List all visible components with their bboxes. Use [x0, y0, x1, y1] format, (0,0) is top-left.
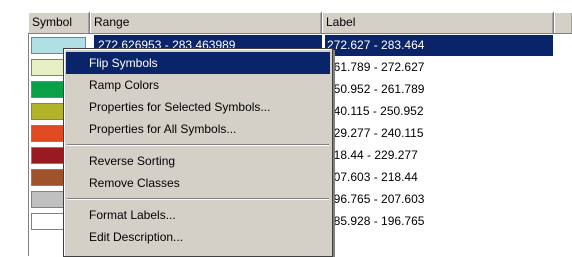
menu-separator — [67, 198, 329, 200]
menu-item-properties-for-all-symbols[interactable]: Properties for All Symbols... — [66, 118, 330, 140]
column-header-symbol[interactable]: Symbol — [28, 12, 90, 33]
menu-separator — [67, 144, 329, 146]
context-menu: Flip Symbols Ramp Colors Properties for Se… — [63, 48, 333, 257]
menu-item-ramp-colors[interactable]: Ramp Colors — [66, 74, 330, 96]
label-cell[interactable]: 250.952 - 261.789 — [325, 79, 553, 100]
menu-item-reverse-sorting[interactable]: Reverse Sorting — [66, 150, 330, 172]
label-cell[interactable]: 185.928 - 196.765 — [325, 211, 553, 232]
column-header-label[interactable]: Label — [322, 12, 554, 33]
label-cell[interactable]: 218.44 - 229.277 — [325, 145, 553, 166]
column-header-range[interactable]: Range — [90, 12, 322, 33]
table-header: Symbol Range Label — [28, 12, 572, 34]
menu-item-edit-description[interactable]: Edit Description... — [66, 226, 330, 248]
label-cell[interactable]: 261.789 - 272.627 — [325, 57, 553, 78]
menu-item-remove-classes[interactable]: Remove Classes — [66, 172, 330, 194]
menu-item-format-labels[interactable]: Format Labels... — [66, 204, 330, 226]
label-cell[interactable]: 196.765 - 207.603 — [325, 189, 553, 210]
label-cell[interactable]: 229.277 - 240.115 — [325, 123, 553, 144]
menu-item-flip-symbols[interactable]: Flip Symbols — [66, 52, 330, 74]
menu-item-properties-for-selected-symbols[interactable]: Properties for Selected Symbols... — [66, 96, 330, 118]
column-header-filler — [554, 12, 572, 33]
label-cell[interactable]: 240.115 - 250.952 — [325, 101, 553, 122]
label-cell[interactable]: 207.603 - 218.44 — [325, 167, 553, 188]
label-cell[interactable]: 272.627 - 283.464 — [325, 35, 553, 56]
